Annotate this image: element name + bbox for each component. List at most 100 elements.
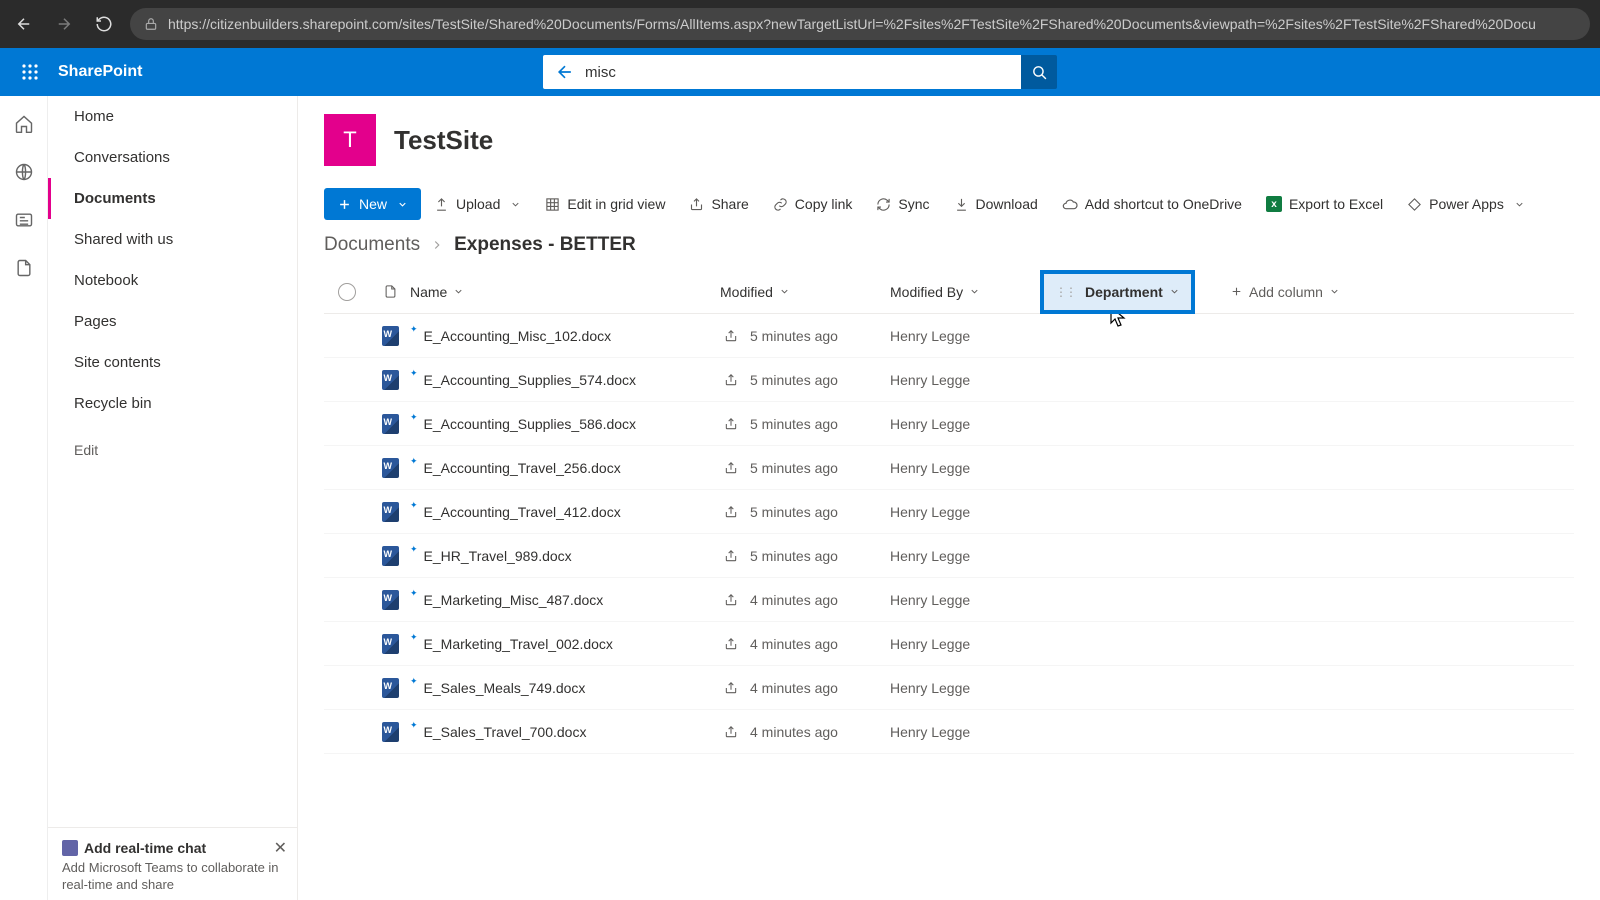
table-row[interactable]: ✦E_Accounting_Travel_412.docx5 minutes a… (324, 490, 1574, 534)
document-list: Name Modified Modified By ⋮⋮ Department (298, 270, 1600, 754)
search-input[interactable] (585, 64, 1009, 81)
table-row[interactable]: ✦E_Marketing_Misc_487.docx4 minutes agoH… (324, 578, 1574, 622)
share-row-icon[interactable] (720, 549, 750, 563)
share-row-icon[interactable] (720, 461, 750, 475)
file-name[interactable]: E_Marketing_Misc_487.docx (424, 592, 604, 608)
nav-item-home[interactable]: Home (48, 96, 297, 137)
modified-by-text[interactable]: Henry Legge (890, 680, 970, 696)
upload-button[interactable]: Upload (423, 189, 532, 219)
new-badge: ✦ (410, 544, 418, 555)
edit-grid-button[interactable]: Edit in grid view (534, 189, 676, 219)
share-row-icon[interactable] (720, 417, 750, 431)
site-title[interactable]: TestSite (394, 125, 493, 156)
word-doc-icon (370, 546, 410, 566)
modified-text: 5 minutes ago (750, 504, 838, 520)
table-row[interactable]: ✦E_Accounting_Supplies_574.docx5 minutes… (324, 358, 1574, 402)
files-icon[interactable] (14, 258, 34, 278)
search-box[interactable] (543, 55, 1021, 89)
table-row[interactable]: ✦E_Accounting_Travel_256.docx5 minutes a… (324, 446, 1574, 490)
link-icon (773, 197, 788, 212)
file-name[interactable]: E_Sales_Meals_749.docx (424, 680, 586, 696)
table-row[interactable]: ✦E_Marketing_Travel_002.docx4 minutes ag… (324, 622, 1574, 666)
browser-reload-button[interactable] (90, 10, 118, 38)
app-launcher-button[interactable] (6, 48, 54, 96)
table-row[interactable]: ✦E_Sales_Meals_749.docx4 minutes agoHenr… (324, 666, 1574, 710)
table-row[interactable]: ✦E_HR_Travel_989.docx5 minutes agoHenry … (324, 534, 1574, 578)
table-row[interactable]: ✦E_Accounting_Supplies_586.docx5 minutes… (324, 402, 1574, 446)
copy-link-button[interactable]: Copy link (762, 189, 864, 219)
share-row-icon[interactable] (720, 329, 750, 343)
browser-forward-button[interactable] (50, 10, 78, 38)
modified-by-text[interactable]: Henry Legge (890, 504, 970, 520)
home-icon[interactable] (14, 114, 34, 134)
add-shortcut-button[interactable]: Add shortcut to OneDrive (1051, 189, 1253, 219)
download-button[interactable]: Download (943, 189, 1049, 219)
column-header-modified-by[interactable]: Modified By (890, 284, 1050, 300)
share-row-icon[interactable] (720, 373, 750, 387)
modified-by-text[interactable]: Henry Legge (890, 328, 970, 344)
sync-button[interactable]: Sync (865, 189, 940, 219)
file-name[interactable]: E_Accounting_Travel_256.docx (424, 460, 621, 476)
word-doc-icon (370, 590, 410, 610)
table-row[interactable]: ✦E_Sales_Travel_700.docx4 minutes agoHen… (324, 710, 1574, 754)
power-apps-button[interactable]: Power Apps (1396, 189, 1536, 219)
nav-edit-link[interactable]: Edit (48, 424, 297, 476)
new-button[interactable]: New (324, 188, 421, 220)
export-excel-button[interactable]: x Export to Excel (1255, 189, 1394, 219)
command-bar: New Upload Edit in grid view Share Copy … (298, 188, 1600, 234)
modified-by-text[interactable]: Henry Legge (890, 548, 970, 564)
share-row-icon[interactable] (720, 505, 750, 519)
share-row-icon[interactable] (720, 593, 750, 607)
share-row-icon[interactable] (720, 681, 750, 695)
column-header-department[interactable]: ⋮⋮ Department (1050, 274, 1230, 310)
nav-item-pages[interactable]: Pages (48, 301, 297, 342)
browser-back-button[interactable] (10, 10, 38, 38)
nav-item-notebook[interactable]: Notebook (48, 260, 297, 301)
breadcrumb-root[interactable]: Documents (324, 234, 420, 256)
share-row-icon[interactable] (720, 725, 750, 739)
teams-icon (62, 840, 78, 856)
share-row-icon[interactable] (720, 637, 750, 651)
share-button[interactable]: Share (678, 189, 759, 219)
modified-by-text[interactable]: Henry Legge (890, 416, 970, 432)
edit-grid-label: Edit in grid view (567, 196, 665, 212)
file-name[interactable]: E_Accounting_Misc_102.docx (424, 328, 612, 344)
sharepoint-brand[interactable]: SharePoint (54, 63, 142, 81)
add-column-button[interactable]: Add column (1230, 284, 1340, 300)
file-name[interactable]: E_Accounting_Supplies_586.docx (424, 416, 637, 432)
nav-item-shared-with-us[interactable]: Shared with us (48, 219, 297, 260)
file-name[interactable]: E_Accounting_Travel_412.docx (424, 504, 621, 520)
table-row[interactable]: ✦E_Accounting_Misc_102.docx5 minutes ago… (324, 314, 1574, 358)
modified-by-text[interactable]: Henry Legge (890, 636, 970, 652)
nav-item-recycle-bin[interactable]: Recycle bin (48, 383, 297, 424)
news-icon[interactable] (14, 210, 34, 230)
select-all-toggle[interactable] (324, 283, 370, 301)
file-name[interactable]: E_Sales_Travel_700.docx (424, 724, 587, 740)
nav-item-site-contents[interactable]: Site contents (48, 342, 297, 383)
nav-item-documents[interactable]: Documents (48, 178, 297, 219)
address-bar[interactable]: https://citizenbuilders.sharepoint.com/s… (130, 8, 1590, 40)
nav-item-conversations[interactable]: Conversations (48, 137, 297, 178)
chevron-down-icon (397, 199, 408, 210)
drag-handle-icon[interactable]: ⋮⋮ (1055, 285, 1075, 299)
column-header-modified[interactable]: Modified (720, 284, 890, 300)
modified-by-text[interactable]: Henry Legge (890, 592, 970, 608)
column-header-name[interactable]: Name (410, 284, 720, 300)
chevron-down-icon (1514, 199, 1525, 210)
modified-by-text[interactable]: Henry Legge (890, 372, 970, 388)
chat-card-title-text: Add real-time chat (84, 840, 206, 856)
file-name[interactable]: E_Accounting_Supplies_574.docx (424, 372, 637, 388)
breadcrumb-current: Expenses - BETTER (454, 234, 636, 256)
globe-icon[interactable] (14, 162, 34, 182)
url-text: https://citizenbuilders.sharepoint.com/s… (168, 16, 1536, 32)
close-icon[interactable]: ✕ (274, 838, 287, 858)
search-back-icon[interactable] (555, 62, 575, 82)
modified-by-text[interactable]: Henry Legge (890, 724, 970, 740)
powerapps-label: Power Apps (1429, 196, 1504, 212)
upload-icon (434, 197, 449, 212)
modified-by-text[interactable]: Henry Legge (890, 460, 970, 476)
file-name[interactable]: E_Marketing_Travel_002.docx (424, 636, 613, 652)
file-name[interactable]: E_HR_Travel_989.docx (424, 548, 572, 564)
search-submit-button[interactable] (1021, 55, 1057, 89)
site-tile: T (324, 114, 376, 166)
